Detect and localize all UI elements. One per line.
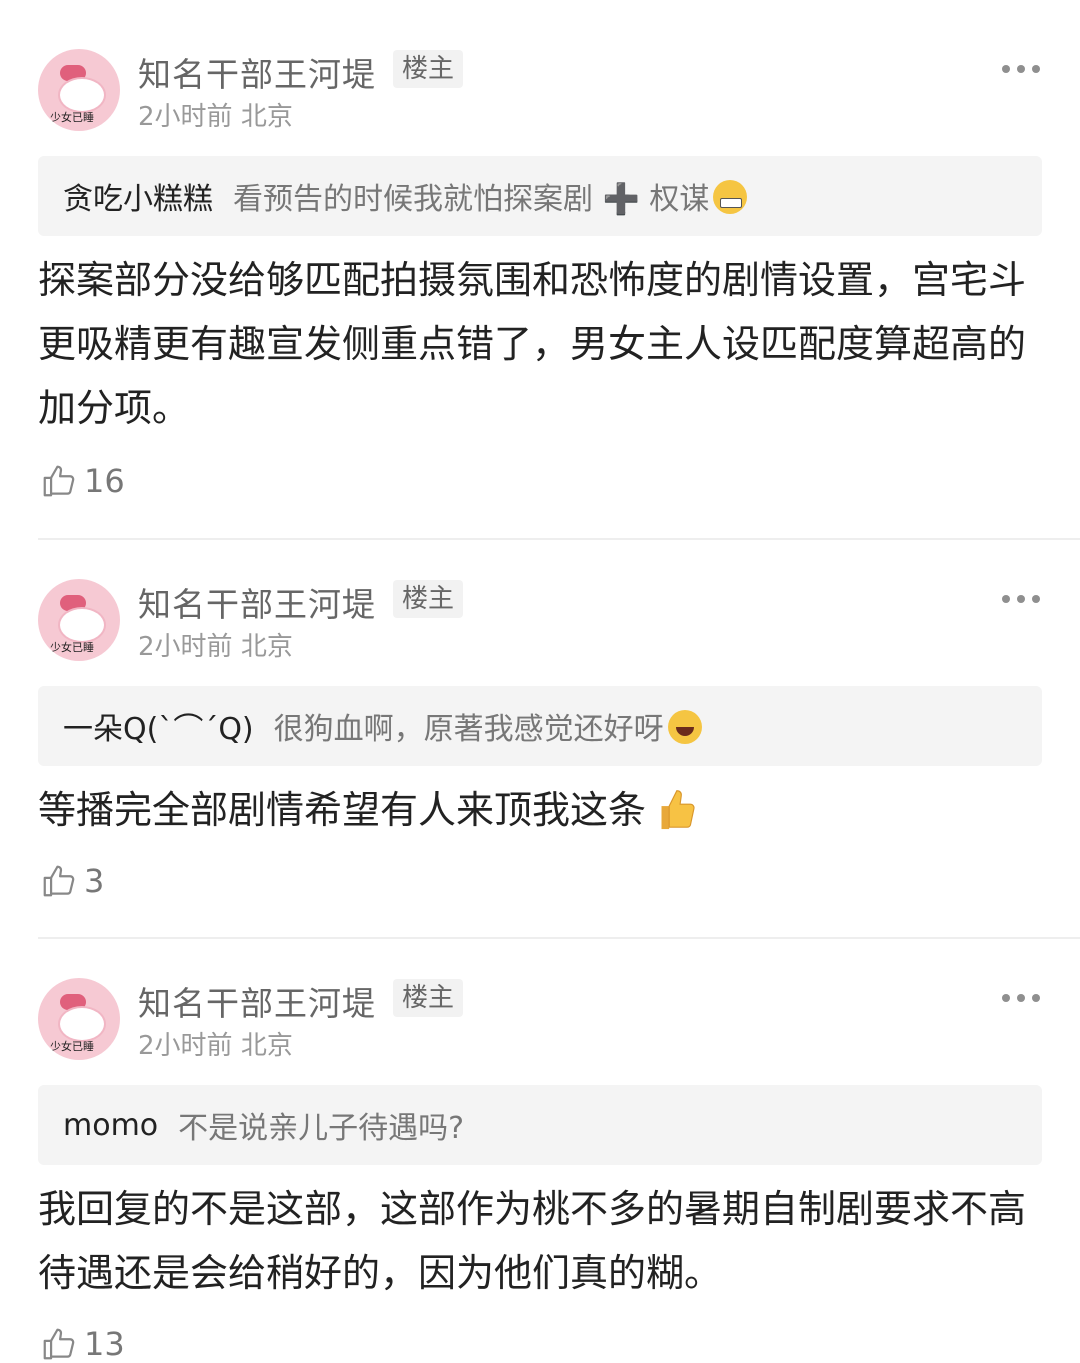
comment-text: 等播完全部剧情希望有人来顶我这条 xyxy=(38,778,1048,842)
comment-time: 2小时前 xyxy=(138,102,233,132)
quoted-reply[interactable]: 一朵Q(`⌒´Q) 很狗血啊，原著我感觉还好呀 xyxy=(38,686,1042,766)
thumbs-up-icon xyxy=(43,865,75,897)
like-count: 3 xyxy=(84,862,105,900)
username[interactable]: 知名干部王河堤 xyxy=(138,48,376,96)
quoted-user[interactable]: momo xyxy=(63,1108,158,1143)
quoted-text: 很狗血啊，原著我感觉还好呀 xyxy=(274,704,702,748)
comment-text: 探案部分没给够匹配拍摄氛围和恐怖度的剧情设置，宫宅斗更吸精更有趣宣发侧重点错了，… xyxy=(38,258,1027,430)
avatar-face xyxy=(60,609,104,641)
comment-text: 我回复的不是这部，这部作为桃不多的暑期自制剧要求不高待遇还是会给稍好的，因为他们… xyxy=(38,1187,1027,1295)
more-options-icon[interactable] xyxy=(1002,64,1040,74)
quoted-text-content: 很狗血啊，原著我感觉还好呀 xyxy=(273,712,664,747)
divider xyxy=(38,538,1080,540)
more-options-icon[interactable] xyxy=(1002,594,1040,604)
avatar[interactable]: 少女已睡 xyxy=(38,978,120,1060)
comment-meta: 2小时前 北京 xyxy=(138,1025,293,1062)
op-badge: 楼主 xyxy=(393,50,463,88)
like-count: 16 xyxy=(84,462,125,500)
avatar-face xyxy=(60,1008,104,1040)
like-button[interactable]: 16 xyxy=(40,462,125,500)
comment-location: 北京 xyxy=(240,632,293,662)
thumbs-up-icon xyxy=(43,1328,75,1360)
comment-time: 2小时前 xyxy=(138,632,233,662)
comment-meta: 2小时前 北京 xyxy=(138,626,293,663)
like-button[interactable]: 3 xyxy=(40,862,104,900)
quoted-user[interactable]: 贪吃小糕糕 xyxy=(63,174,213,218)
quoted-text: 看预告的时候我就怕探案剧 ➕ 权谋 xyxy=(233,174,748,218)
quoted-text-content: 看预告的时候我就怕探案剧 ➕ 权谋 xyxy=(233,182,710,217)
avatar-face xyxy=(60,79,104,111)
grimacing-face-icon xyxy=(713,180,748,214)
comment-time: 2小时前 xyxy=(138,1031,233,1061)
thumbs-up-emoji-icon xyxy=(661,790,695,830)
quoted-reply[interactable]: momo 不是说亲儿子待遇吗? xyxy=(38,1085,1042,1165)
avatar-caption: 少女已睡 xyxy=(50,1040,94,1053)
username[interactable]: 知名干部王河堤 xyxy=(138,578,376,626)
comment-meta: 2小时前 北京 xyxy=(138,96,293,133)
avatar-caption: 少女已睡 xyxy=(50,641,94,654)
like-button[interactable]: 13 xyxy=(40,1325,125,1363)
like-count: 13 xyxy=(84,1325,125,1363)
avatar-caption: 少女已睡 xyxy=(50,111,94,124)
comment-location: 北京 xyxy=(240,1031,293,1061)
avatar[interactable]: 少女已睡 xyxy=(38,49,120,131)
quoted-user[interactable]: 一朵Q(`⌒´Q) xyxy=(63,704,254,748)
avatar[interactable]: 少女已睡 xyxy=(38,579,120,661)
op-badge: 楼主 xyxy=(393,580,463,618)
quoted-reply[interactable]: 贪吃小糕糕 看预告的时候我就怕探案剧 ➕ 权谋 xyxy=(38,156,1042,236)
tears-of-joy-icon xyxy=(667,710,702,744)
comment-location: 北京 xyxy=(240,102,293,132)
op-badge: 楼主 xyxy=(393,979,463,1017)
divider xyxy=(38,937,1080,939)
username[interactable]: 知名干部王河堤 xyxy=(138,977,376,1025)
thumbs-up-icon xyxy=(43,465,75,497)
comment-text-content: 等播完全部剧情希望有人来顶我这条 xyxy=(38,788,647,832)
quoted-text: 不是说亲儿子待遇吗? xyxy=(178,1111,465,1146)
more-options-icon[interactable] xyxy=(1002,993,1040,1003)
